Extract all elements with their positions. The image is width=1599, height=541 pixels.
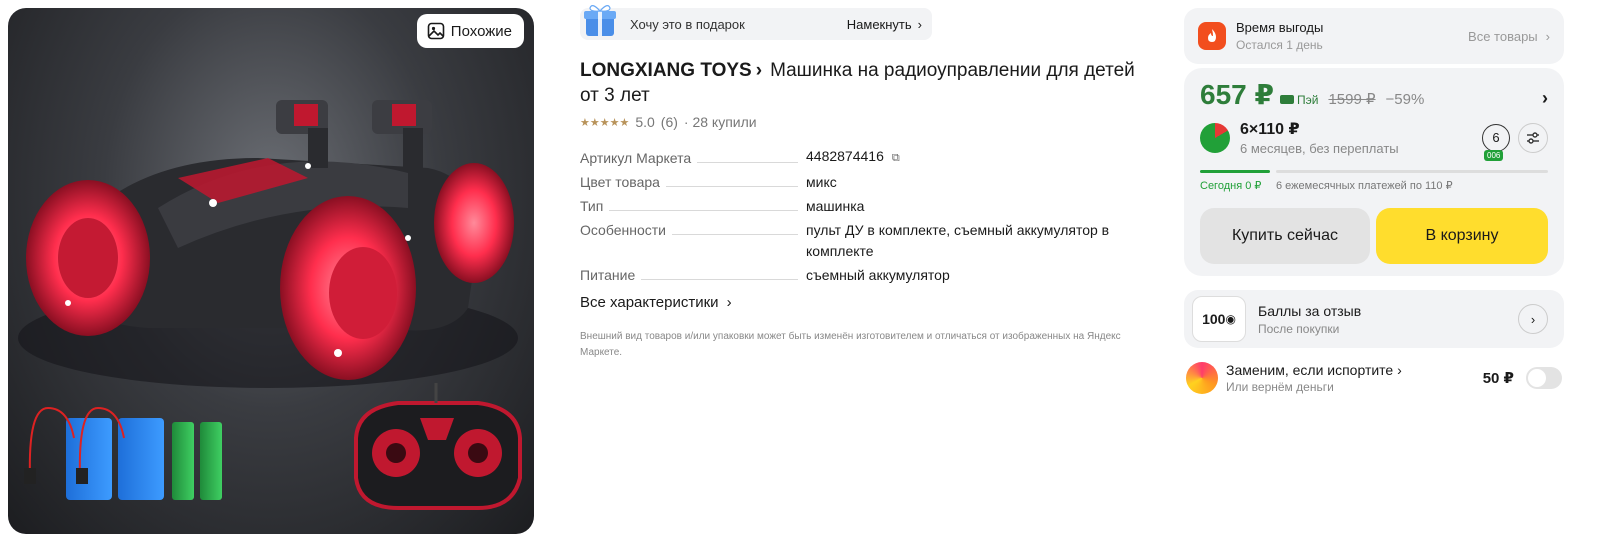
pay-label: Пэй [1296, 92, 1319, 107]
spec-row: Цвет товара микс [580, 172, 1140, 193]
split-logo-icon [1200, 122, 1230, 153]
buy-box: Время выгоды Остался 1 день Все товары ›… [1184, 8, 1564, 394]
split-payment[interactable]: 6×110 ₽ 6 месяцев, без переплаты 6 006 [1200, 119, 1548, 161]
gift-icon [584, 5, 616, 36]
stars-icon: ★★★★★ [580, 116, 630, 129]
similar-label: Похожие [450, 22, 512, 40]
chevron-right-icon: › [917, 16, 922, 32]
bonus-subtitle: После покупки [1258, 321, 1340, 336]
split-terms: 6 месяцев, без переплаты [1240, 141, 1399, 156]
hint-label: Намекнуть [846, 16, 912, 32]
reviews-count: (6) [660, 114, 678, 130]
split-today: Сегодня 0 ₽ [1200, 180, 1262, 192]
chevron-right-icon[interactable]: › [1518, 304, 1548, 334]
all-characteristics-label: Все характеристики [580, 294, 719, 311]
discount-badge: −59% [1385, 91, 1425, 108]
replacement-title[interactable]: Заменим, если испортите › [1226, 362, 1402, 378]
buy-now-button[interactable]: Купить сейчас [1200, 208, 1370, 264]
chevron-right-icon: › [1545, 28, 1550, 44]
purchases-count: · 28 купили [683, 114, 757, 130]
bonus-badge: 100 ◉ [1192, 296, 1246, 342]
spec-row: Тип машинка [580, 196, 1140, 217]
coin-icon: ◉ [1225, 312, 1236, 326]
card-icon [1279, 95, 1294, 104]
price-card: 657 ₽ Пэй 1599 ₽ −59% › 6×110 ₽ 6 месяце… [1184, 68, 1564, 276]
gallery-similar-icon [427, 22, 445, 40]
gift-bar: Хочу это в подарок Намекнуть › [580, 5, 932, 40]
spec-value: машинка [806, 198, 865, 214]
split-rest: 6 ежемесячных платежей по 110 ₽ [1276, 180, 1453, 192]
product-info: Хочу это в подарок Намекнуть › LONGXIANG… [580, 5, 1140, 361]
split-months: 6 [1492, 130, 1500, 145]
split-progress-labels: Сегодня 0 ₽ 6 ежемесячных платежей по 11… [1200, 179, 1548, 192]
spec-key: Питание [580, 267, 636, 283]
split-amount: 6×110 ₽ [1240, 121, 1300, 138]
spec-value: съемный аккумулятор [806, 267, 950, 283]
price-row[interactable]: 657 ₽ Пэй 1599 ₽ −59% › [1200, 78, 1548, 111]
chevron-right-icon: › [1542, 88, 1548, 108]
product-photo [18, 100, 522, 510]
bonus-badge-value: 100 [1202, 311, 1226, 327]
service-logo-icon [1186, 362, 1218, 394]
specs-list: Артикул Маркета 4482874416 ⧉ Цвет товара … [580, 146, 1140, 286]
spec-key: Артикул Маркета [580, 150, 692, 166]
spec-value: пульт ДУ в комплекте, съемный аккумулято… [806, 222, 1110, 259]
all-characteristics-link[interactable]: Все характеристики › [580, 294, 1140, 311]
spec-row: Питание съемный аккумулятор [580, 265, 1140, 286]
replacement-service: Заменим, если испортите › Или вернём ден… [1184, 362, 1564, 394]
current-price: 657 ₽ [1200, 79, 1274, 110]
pay-badge: Пэй [1279, 92, 1319, 107]
split-months-selector[interactable]: 6 006 [1482, 123, 1510, 161]
brand-chevron-icon: › [755, 60, 763, 81]
settings-sliders-icon[interactable] [1518, 122, 1548, 153]
all-products-label: Все товары [1468, 28, 1538, 44]
copy-icon[interactable]: ⧉ [892, 148, 900, 169]
old-price: 1599 ₽ [1328, 91, 1376, 108]
split-progress [1200, 170, 1548, 173]
promo-subtitle: Остался 1 день [1236, 38, 1323, 52]
spec-value: 4482874416 [806, 148, 884, 164]
similar-button[interactable]: Похожие [416, 14, 524, 48]
spec-key: Тип [580, 198, 604, 214]
brand-link[interactable]: LONGXIANG TOYS [580, 60, 752, 81]
replacement-toggle[interactable] [1526, 367, 1562, 389]
spec-key: Особенности [580, 222, 666, 238]
hint-link[interactable]: Намекнуть › [847, 17, 922, 32]
spec-key: Цвет товара [580, 174, 660, 190]
split-months-badge: 006 [1484, 149, 1504, 161]
review-bonus[interactable]: 100 ◉ Баллы за отзыв После покупки › [1184, 290, 1564, 348]
spec-row: Особенности пульт ДУ в комплекте, съемны… [580, 220, 1140, 262]
bonus-title: Баллы за отзыв [1258, 302, 1362, 319]
spec-value: микс [806, 174, 837, 190]
fire-icon [1198, 22, 1226, 50]
replacement-subtitle: Или вернём деньги [1226, 380, 1334, 394]
all-products-link[interactable]: Все товары › [1468, 29, 1550, 44]
product-image-gallery[interactable]: Похожие [8, 8, 534, 534]
gift-text: Хочу это в подарок [630, 16, 745, 32]
promo-banner[interactable]: Время выгоды Остался 1 день Все товары › [1184, 8, 1564, 64]
product-title: LONGXIANG TOYS › Машинка на радиоуправлени… [580, 58, 1140, 108]
purchase-actions: Купить сейчас В корзину [1200, 208, 1548, 264]
rating-value: 5.0 [635, 114, 655, 130]
add-to-cart-button[interactable]: В корзину [1376, 208, 1548, 264]
rating-row[interactable]: ★★★★★ 5.0 (6) · 28 купили [580, 114, 1140, 130]
replacement-price: 50 ₽ [1482, 370, 1514, 387]
promo-title: Время выгоды [1236, 20, 1324, 35]
chevron-right-icon: › [726, 294, 732, 311]
disclaimer: Внешний вид товаров и/или упаковки может… [580, 331, 1121, 358]
spec-row: Артикул Маркета 4482874416 ⧉ [580, 146, 1140, 169]
